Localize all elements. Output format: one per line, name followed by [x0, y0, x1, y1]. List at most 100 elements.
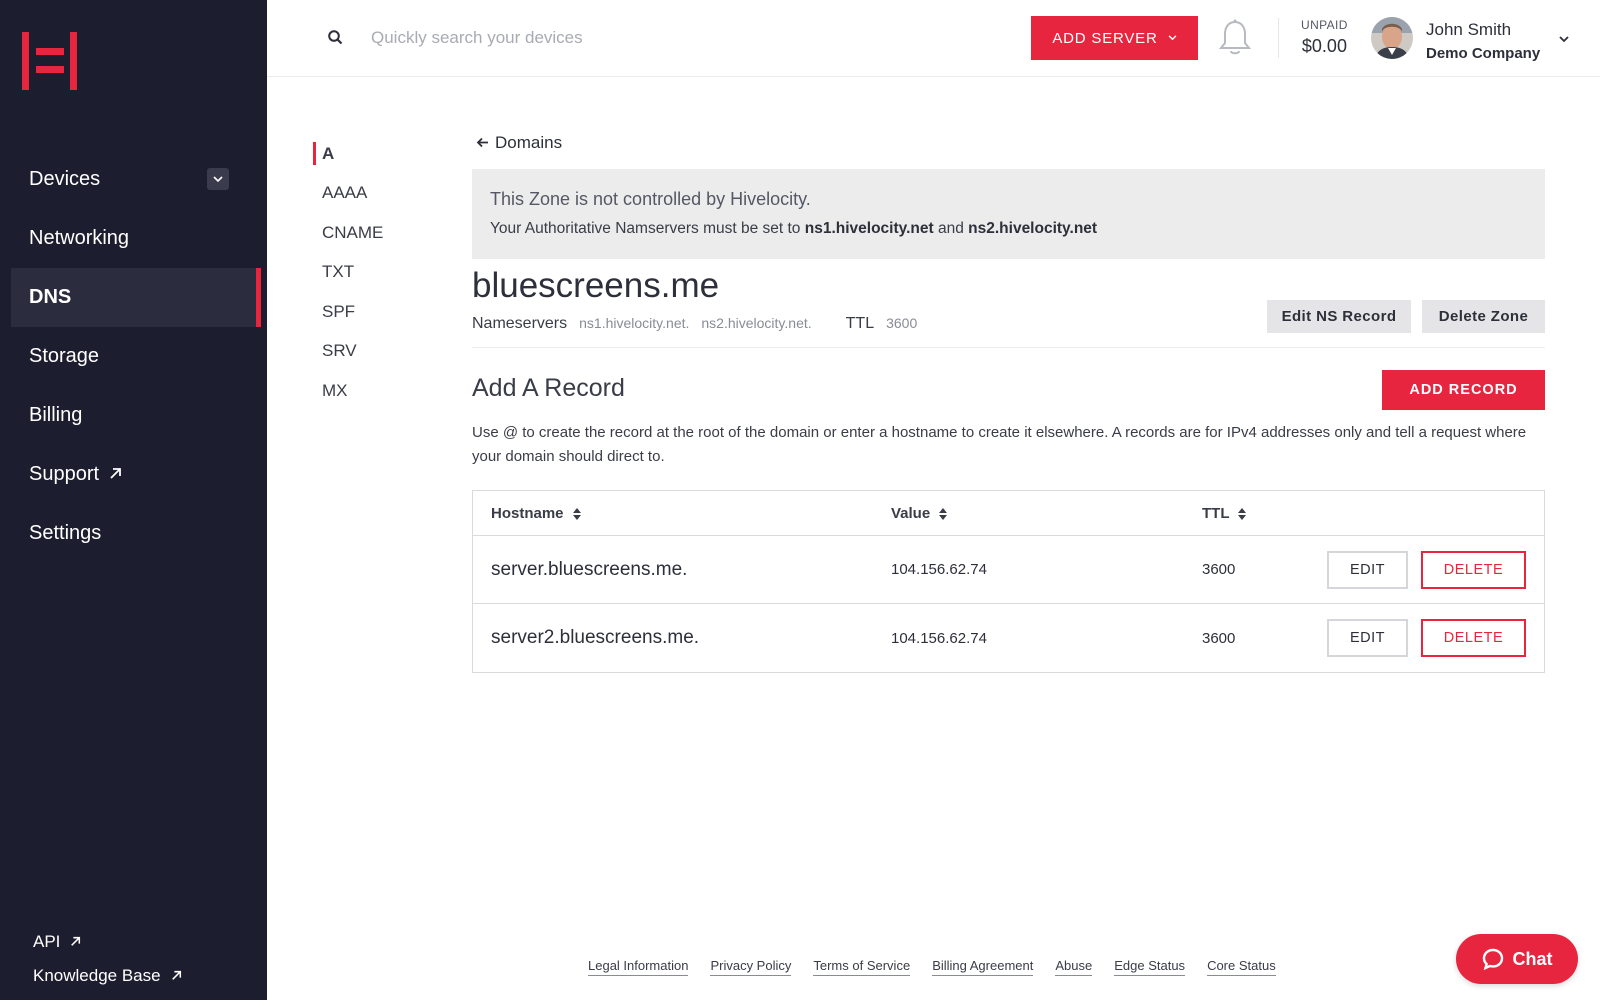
sidebar-item-devices[interactable]: Devices	[0, 150, 267, 209]
chevron-down-icon	[1168, 32, 1177, 44]
column-header-hostname[interactable]: Hostname	[491, 505, 581, 522]
balance-widget[interactable]: UNPAID $0.00	[1301, 18, 1348, 57]
ttl-value: 3600	[886, 315, 918, 331]
record-value: 104.156.62.74	[891, 629, 987, 647]
user-name: John Smith	[1426, 20, 1512, 39]
record-type-srv[interactable]: SRV	[313, 332, 383, 372]
edit-record-button[interactable]: EDIT	[1327, 619, 1408, 657]
sort-icon	[572, 507, 581, 520]
record-type-menu: A AAAA CNAME TXT SPF SRV MX	[313, 134, 383, 411]
add-server-button[interactable]: ADD SERVER	[1031, 16, 1198, 60]
chevron-down-icon[interactable]	[207, 168, 229, 190]
sort-icon	[939, 507, 948, 520]
avatar[interactable]	[1371, 17, 1413, 59]
add-record-button[interactable]: ADD RECORD	[1382, 370, 1545, 410]
record-type-spf[interactable]: SPF	[313, 292, 383, 332]
footer-link-terms[interactable]: Terms of Service	[813, 958, 911, 976]
sidebar-item-settings[interactable]: Settings	[0, 504, 267, 563]
record-type-txt[interactable]: TXT	[313, 253, 383, 293]
edit-ns-record-button[interactable]: Edit NS Record	[1267, 300, 1411, 333]
record-ttl: 3600	[1202, 629, 1236, 647]
balance-value: $0.00	[1301, 36, 1347, 56]
sidebar-item-label: Devices	[29, 168, 101, 190]
record-type-a[interactable]: A	[313, 134, 383, 174]
header-divider	[1278, 18, 1279, 58]
footer-link-billing-agreement[interactable]: Billing Agreement	[932, 958, 1034, 976]
column-header-ttl[interactable]: TTL	[1202, 504, 1247, 522]
sidebar-item-networking[interactable]: Networking	[0, 209, 267, 268]
record-hostname: server.bluescreens.me.	[491, 558, 688, 580]
search-icon	[327, 29, 345, 47]
sidebar-item-dns[interactable]: DNS	[11, 268, 261, 327]
notice-ns2: ns2.hivelocity.net	[968, 220, 1098, 237]
record-ttl: 3600	[1202, 561, 1236, 578]
sidebar-item-label: Networking	[29, 227, 130, 249]
nameserver-value: ns1.hivelocity.net.	[579, 315, 690, 331]
arrow-left-icon	[476, 135, 489, 152]
chat-label: Chat	[1512, 948, 1553, 969]
delete-zone-button[interactable]: Delete Zone	[1422, 300, 1545, 333]
record-type-aaaa[interactable]: AAAA	[313, 174, 383, 214]
notice-and: and	[933, 220, 969, 237]
sidebar-item-label: Billing	[29, 404, 83, 426]
page-title: bluescreens.me	[472, 266, 720, 305]
back-to-domains-link[interactable]: Domains	[476, 133, 562, 153]
notice-title: This Zone is not controlled by Hivelocit…	[490, 189, 811, 209]
footer-link-abuse[interactable]: Abuse	[1055, 958, 1093, 976]
record-type-mx[interactable]: MX	[313, 371, 383, 411]
footer-link-privacy[interactable]: Privacy Policy	[710, 958, 792, 976]
column-label: TTL	[1202, 504, 1230, 522]
search-input[interactable]	[371, 22, 891, 54]
knowledge-base-link[interactable]: Knowledge Base	[33, 959, 182, 993]
sidebar-item-label: Support	[29, 463, 100, 485]
column-header-value[interactable]: Value	[891, 505, 948, 522]
user-company: Demo Company	[1426, 45, 1541, 62]
chat-button[interactable]: Chat	[1456, 934, 1578, 984]
bell-icon[interactable]	[1217, 18, 1253, 58]
hivelocity-logo[interactable]	[20, 32, 80, 90]
nameservers-row: Nameservers ns1.hivelocity.net. ns2.hive…	[472, 315, 929, 333]
ttl-label: TTL	[845, 315, 875, 332]
record-type-cname[interactable]: CNAME	[313, 213, 383, 253]
sidebar-item-storage[interactable]: Storage	[0, 327, 267, 386]
knowledge-base-link-label: Knowledge Base	[33, 966, 161, 985]
back-link-label: Domains	[495, 133, 563, 152]
sidebar-bottom-links: API Knowledge Base	[33, 925, 182, 993]
section-title: Add A Record	[472, 374, 625, 402]
external-link-icon	[70, 932, 81, 952]
notice-ns1: ns1.hivelocity.net	[804, 220, 934, 237]
footer-link-edge-status[interactable]: Edge Status	[1114, 958, 1186, 976]
sidebar-item-label: DNS	[29, 286, 72, 308]
table-header: Hostname Value TTL	[473, 491, 1544, 536]
notice-prefix: Your Authoritative Namservers must be se…	[490, 220, 805, 237]
chevron-down-icon[interactable]	[1557, 32, 1571, 46]
section-divider	[472, 347, 1545, 348]
delete-record-button[interactable]: DELETE	[1421, 619, 1526, 657]
edit-record-button[interactable]: EDIT	[1327, 550, 1408, 589]
sort-icon	[1238, 507, 1247, 520]
footer-link-core-status[interactable]: Core Status	[1207, 958, 1276, 976]
sidebar: Devices Networking DNS Storage Billing S…	[0, 0, 267, 1000]
api-link[interactable]: API	[33, 925, 182, 959]
section-description: Use @ to create the record at the root o…	[472, 424, 1527, 465]
notice-text: Your Authoritative Namservers must be se…	[490, 220, 1527, 238]
nameserver-value: ns2.hivelocity.net.	[701, 315, 812, 331]
api-link-label: API	[33, 932, 61, 951]
column-label: Hostname	[491, 504, 564, 522]
footer-links: Legal Information Privacy Policy Terms o…	[588, 958, 1298, 976]
top-header: ADD SERVER UNPAID $0.00 John Smith Demo …	[267, 0, 1600, 77]
balance-label: UNPAID	[1301, 18, 1348, 32]
sidebar-item-label: Storage	[29, 345, 100, 367]
table-row: server2.bluescreens.me. 104.156.62.74 36…	[473, 604, 1544, 672]
external-link-icon	[171, 966, 182, 986]
add-server-label: ADD SERVER	[1052, 29, 1158, 47]
delete-record-button[interactable]: DELETE	[1421, 550, 1526, 589]
external-link-icon	[109, 463, 122, 486]
sidebar-item-billing[interactable]: Billing	[0, 386, 267, 445]
sidebar-nav: Devices Networking DNS Storage Billing S…	[0, 150, 267, 563]
user-menu[interactable]: John Smith Demo Company	[1426, 20, 1540, 62]
record-hostname: server2.bluescreens.me.	[491, 627, 700, 648]
sidebar-item-support[interactable]: Support	[0, 445, 267, 504]
footer-link-legal[interactable]: Legal Information	[588, 958, 689, 976]
zone-notice: This Zone is not controlled by Hivelocit…	[472, 169, 1545, 259]
